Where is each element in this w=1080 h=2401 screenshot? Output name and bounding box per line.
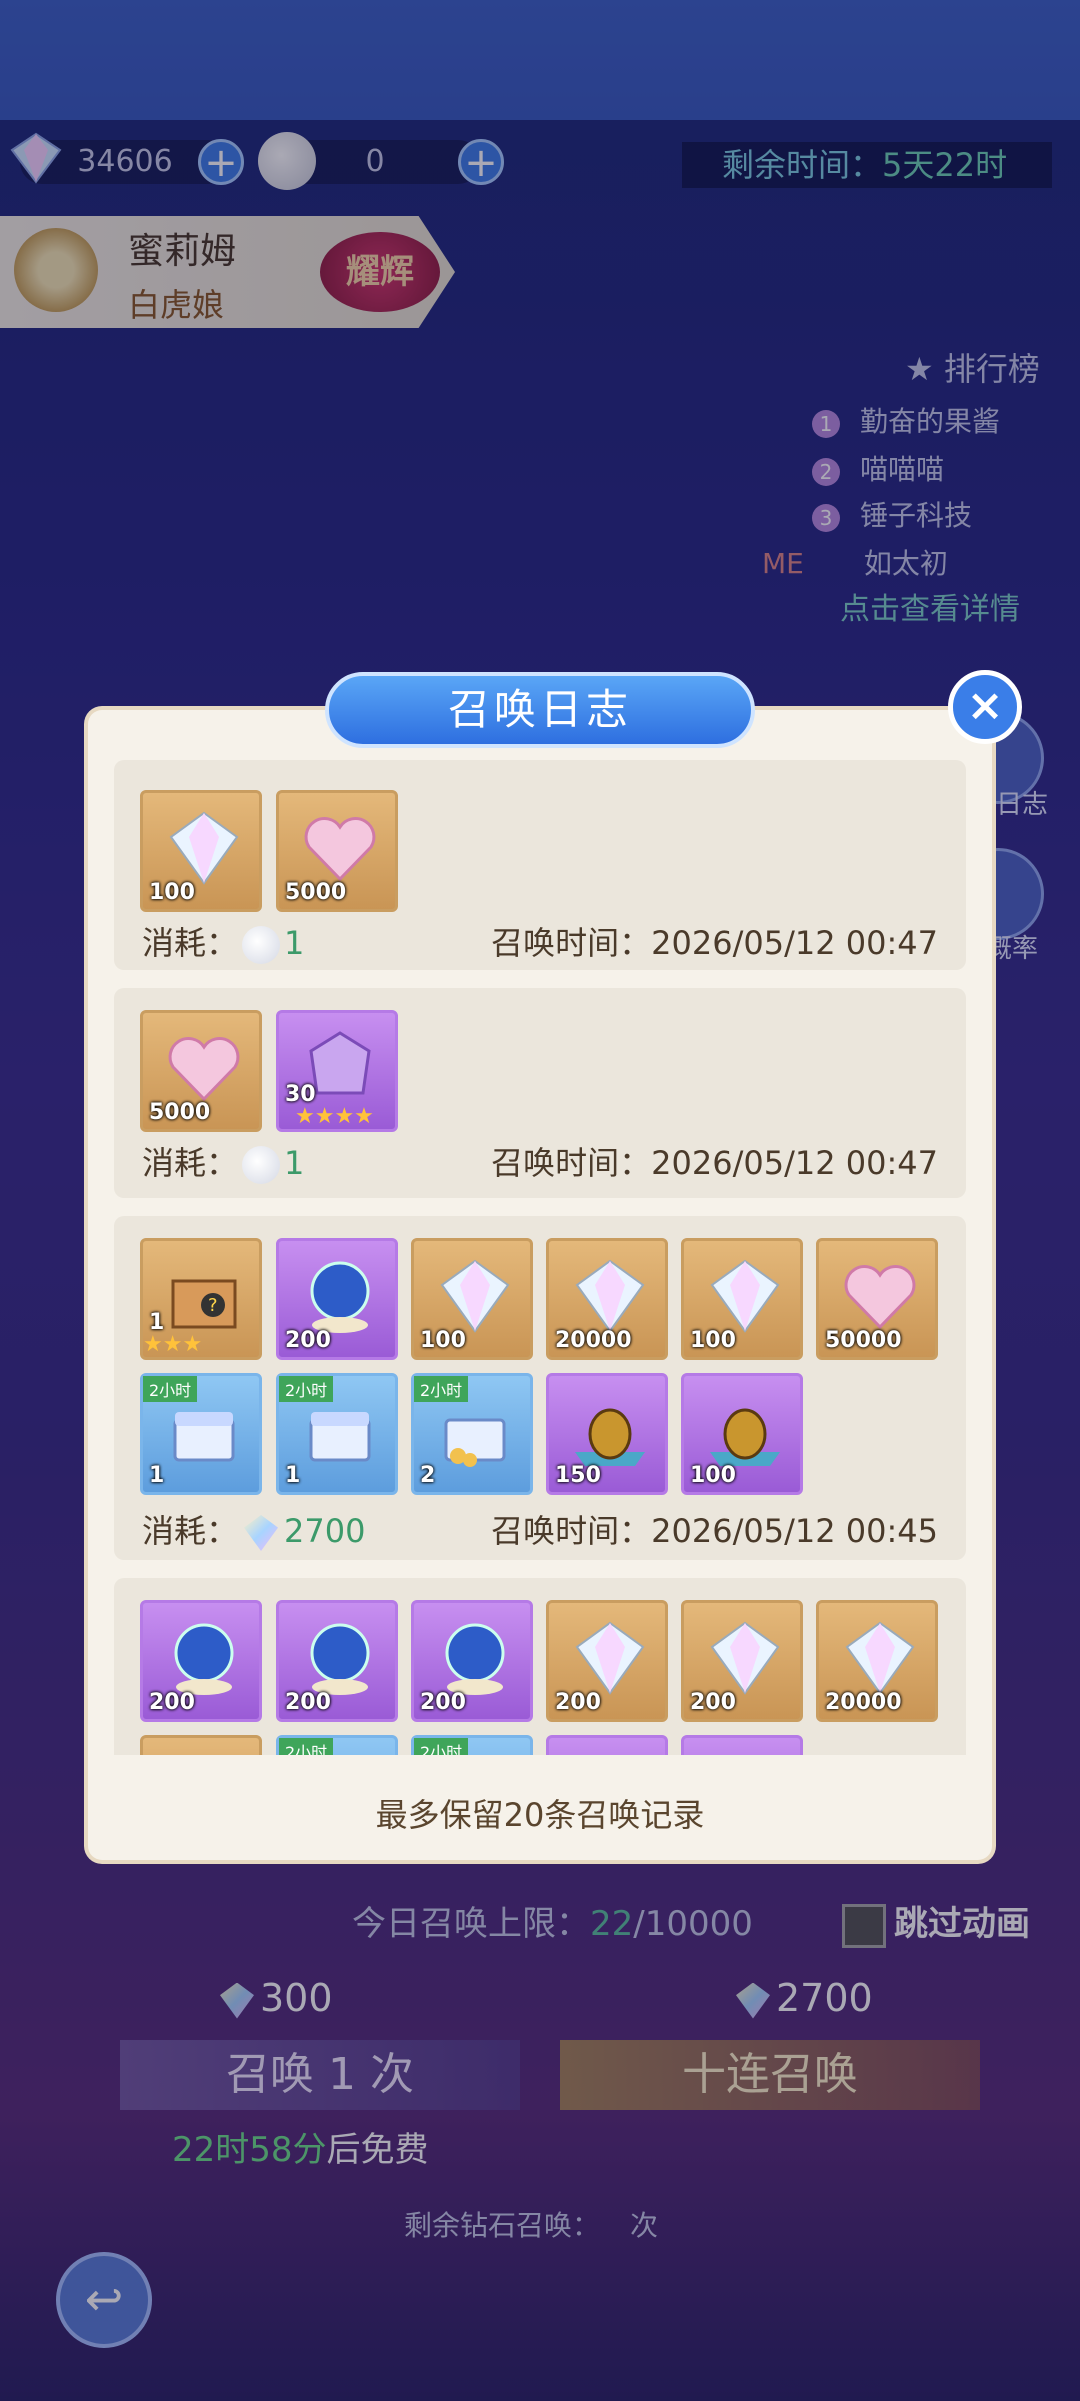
item-qty: 20000: [555, 1328, 632, 1353]
reward-item[interactable]: 200: [681, 1600, 803, 1722]
reward-item[interactable]: 100: [681, 1238, 803, 1360]
item-qty: 150: [555, 1463, 601, 1488]
cost-row: 消耗： 1: [142, 1144, 305, 1184]
record-list[interactable]: 100 5000 消耗： 1 召唤时间：2026/05/12 00:47 5000…: [114, 760, 966, 1755]
record-item: 5000 30 ★★★★ 消耗： 1 召唤时间：2026/05/12 00:47: [114, 988, 966, 1198]
star-rating: ★★★: [143, 1332, 203, 1357]
item-qty: 5000: [149, 1100, 211, 1125]
reward-item[interactable]: 2小时 1: [140, 1373, 262, 1495]
reward-item[interactable]: 2小时: [276, 1735, 398, 1755]
crystal-ball-icon: [310, 1623, 370, 1695]
diamond-icon: [575, 1621, 645, 1695]
modal-title: 召唤日志: [325, 672, 755, 748]
item-qty: 100: [690, 1328, 736, 1353]
item-qty: 1: [149, 1463, 165, 1488]
exp-heart-icon: [844, 1265, 916, 1330]
item-qty: 200: [420, 1690, 466, 1715]
reward-item[interactable]: 2小时 1: [276, 1373, 398, 1495]
item-qty: 200: [285, 1328, 331, 1353]
reward-item[interactable]: 30 ★★★★: [276, 1010, 398, 1132]
reward-item[interactable]: 20000: [546, 1238, 668, 1360]
time-row: 召唤时间：2026/05/12 00:47: [491, 924, 938, 962]
item-qty: 1: [285, 1463, 301, 1488]
diamond-icon: [440, 1259, 510, 1333]
reward-item[interactable]: [681, 1735, 803, 1755]
star-rating: ★★★★: [295, 1104, 374, 1129]
close-button[interactable]: ×: [948, 670, 1022, 744]
crystal-ball-icon: [310, 1261, 370, 1333]
gold-chest-icon: [444, 1418, 506, 1467]
item-qty: 100: [420, 1328, 466, 1353]
reward-item[interactable]: 200: [276, 1238, 398, 1360]
reward-item[interactable]: 200: [546, 1600, 668, 1722]
diamond-icon: [845, 1621, 915, 1695]
record-item: ? 1 ★★★ 200 100 20000 100 50000 2小时 1 2小…: [114, 1216, 966, 1560]
chest-icon: [309, 1412, 371, 1462]
reward-item[interactable]: 150: [546, 1373, 668, 1495]
reward-item[interactable]: 100: [681, 1373, 803, 1495]
item-qty: 200: [555, 1690, 601, 1715]
golden-egg-icon: [710, 1408, 780, 1466]
item-qty: 200: [285, 1690, 331, 1715]
diamond-icon: [710, 1259, 780, 1333]
cost-row: 消耗： 2700: [142, 1512, 366, 1551]
chest-icon: [173, 1412, 235, 1462]
item-qty: 100: [149, 880, 195, 905]
reward-item[interactable]: 2小时 2: [411, 1373, 533, 1495]
exp-heart-icon: [168, 1037, 240, 1102]
mystery-box-icon: ?: [171, 1279, 237, 1329]
item-qty: 2: [420, 1463, 436, 1488]
reward-item[interactable]: 100: [411, 1238, 533, 1360]
pearl-icon: [242, 1146, 281, 1184]
item-qty: 5000: [285, 880, 347, 905]
reward-item[interactable]: [140, 1735, 262, 1755]
duration-tag: 2小时: [279, 1738, 334, 1755]
record-item: 100 5000 消耗： 1 召唤时间：2026/05/12 00:47: [114, 760, 966, 970]
time-row: 召唤时间：2026/05/12 00:47: [491, 1144, 938, 1182]
crystal-ball-icon: [445, 1623, 505, 1695]
crystal-ball-icon: [174, 1623, 234, 1695]
reward-item[interactable]: 200: [140, 1600, 262, 1722]
reward-item[interactable]: 2小时: [411, 1735, 533, 1755]
reward-item[interactable]: 100: [140, 790, 262, 912]
reward-item[interactable]: 200: [276, 1600, 398, 1722]
reward-item[interactable]: 5000: [276, 790, 398, 912]
reward-item[interactable]: [546, 1735, 668, 1755]
time-row: 召唤时间：2026/05/12 00:45: [491, 1512, 938, 1550]
diamond-icon: [244, 1515, 279, 1551]
reward-item[interactable]: 5000: [140, 1010, 262, 1132]
duration-tag: 2小时: [414, 1738, 469, 1755]
exp-heart-icon: [304, 817, 376, 882]
svg-text:?: ?: [208, 1295, 218, 1316]
diamond-icon: [575, 1259, 645, 1333]
item-qty: 20000: [825, 1690, 902, 1715]
record-limit-note: 最多保留20条召唤记录: [375, 1796, 705, 1834]
reward-item[interactable]: 200: [411, 1600, 533, 1722]
pearl-icon: [242, 926, 281, 964]
reward-item[interactable]: 20000: [816, 1600, 938, 1722]
reward-item[interactable]: ? 1 ★★★: [140, 1238, 262, 1360]
item-qty: 100: [690, 1463, 736, 1488]
golden-egg-icon: [575, 1408, 645, 1466]
diamond-icon: [169, 811, 239, 885]
diamond-icon: [710, 1621, 780, 1695]
record-item: 200 200 200 200 200 20000 2小时 2小时: [114, 1578, 966, 1755]
item-qty: 50000: [825, 1328, 902, 1353]
reward-item[interactable]: 50000: [816, 1238, 938, 1360]
cost-row: 消耗： 1: [142, 924, 305, 964]
item-qty: 200: [149, 1690, 195, 1715]
item-qty: 200: [690, 1690, 736, 1715]
